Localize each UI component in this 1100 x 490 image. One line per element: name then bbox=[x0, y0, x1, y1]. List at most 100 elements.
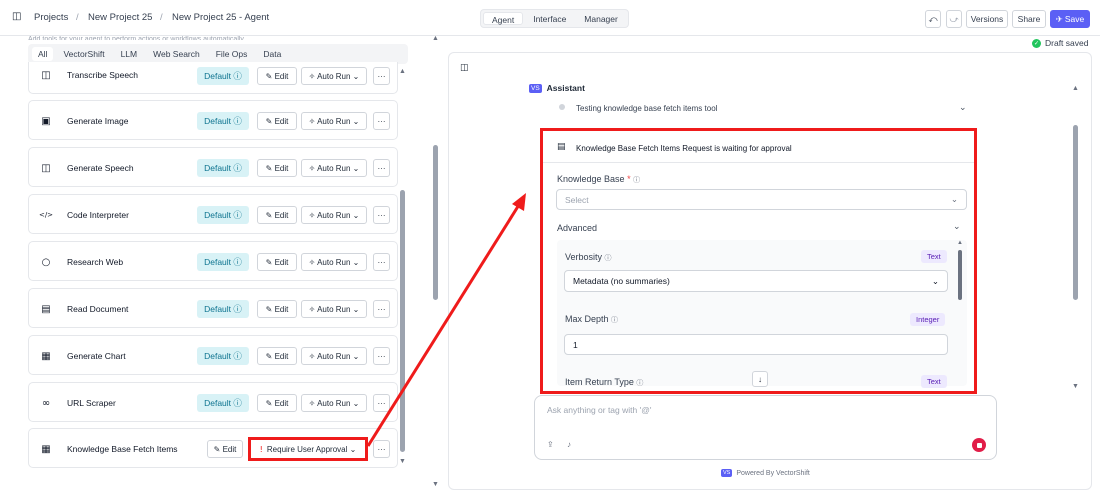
scroll-up-icon[interactable]: ▲ bbox=[399, 68, 406, 75]
left-panel-scrollbar[interactable] bbox=[433, 145, 438, 300]
tool-name: Transcribe Speech bbox=[67, 70, 139, 80]
default-badge[interactable]: Default ⓘ bbox=[197, 67, 249, 85]
scroll-down-icon[interactable]: ▼ bbox=[399, 458, 406, 465]
tool-row-transcribe-speech: ◫ Transcribe Speech Default ⓘ ✎ Edit ✧ A… bbox=[28, 62, 398, 94]
tab-interface[interactable]: Interface bbox=[525, 12, 574, 25]
versions-button[interactable]: Versions bbox=[966, 10, 1008, 28]
advanced-label: Advanced bbox=[557, 223, 598, 233]
chart-icon: ▦ bbox=[41, 350, 51, 362]
microphone-icon[interactable]: ♪ bbox=[567, 440, 571, 449]
auto-run-dropdown[interactable]: ✧ Auto Run ⌄ bbox=[301, 347, 367, 365]
tab-data[interactable]: Data bbox=[257, 47, 287, 61]
edit-button[interactable]: ✎ Edit bbox=[257, 159, 297, 177]
stop-icon bbox=[976, 442, 982, 448]
sidebar-toggle-icon[interactable]: ◫ bbox=[12, 11, 21, 22]
tab-vectorshift[interactable]: VectorShift bbox=[57, 47, 110, 61]
upload-icon[interactable]: ⇪ bbox=[547, 440, 554, 449]
max-depth-input[interactable]: 1 bbox=[564, 334, 948, 355]
scroll-down-icon[interactable]: ▼ bbox=[432, 481, 439, 488]
save-button[interactable]: ✈ Save bbox=[1050, 10, 1090, 28]
rocket-icon: ✈ bbox=[1055, 13, 1063, 24]
tools-list-scrollbar[interactable] bbox=[400, 190, 405, 452]
verbosity-select[interactable]: Metadata (no summaries) ⌄ bbox=[564, 270, 948, 292]
chevron-down-icon[interactable]: ⌄ bbox=[953, 221, 961, 232]
auto-run-dropdown[interactable]: ✧ Auto Run ⌄ bbox=[301, 394, 367, 412]
more-button[interactable]: ··· bbox=[373, 112, 390, 130]
required-marker: * bbox=[627, 174, 631, 184]
default-badge[interactable]: Default ⓘ bbox=[197, 159, 249, 177]
breadcrumb-project[interactable]: New Project 25 bbox=[88, 12, 152, 23]
auto-run-dropdown[interactable]: ✧ Auto Run ⌄ bbox=[301, 67, 367, 85]
share-button[interactable]: Share bbox=[1012, 10, 1046, 28]
more-button[interactable]: ··· bbox=[373, 347, 390, 365]
edit-button[interactable]: ✎ Edit bbox=[257, 67, 297, 85]
edit-button[interactable]: ✎ Edit bbox=[257, 206, 297, 224]
knowledge-base-select[interactable]: Select ⌄ bbox=[556, 189, 967, 210]
tools-hint: Add tools for your agent to perform acti… bbox=[28, 36, 246, 40]
more-button[interactable]: ··· bbox=[373, 394, 390, 412]
chat-input-box[interactable]: Ask anything or tag with '@' ⇪ ♪ bbox=[534, 395, 997, 460]
auto-run-dropdown[interactable]: ✧ Auto Run ⌄ bbox=[301, 159, 367, 177]
undo-button[interactable]: ⤺ bbox=[925, 10, 941, 28]
scroll-up-icon[interactable]: ▲ bbox=[432, 35, 439, 42]
tab-web-search[interactable]: Web Search bbox=[147, 47, 206, 61]
auto-run-dropdown[interactable]: ✧ Auto Run ⌄ bbox=[301, 206, 367, 224]
default-badge[interactable]: Default ⓘ bbox=[197, 347, 249, 365]
check-circle-icon: ✓ bbox=[1032, 38, 1041, 48]
edit-button[interactable]: ✎ Edit bbox=[257, 253, 297, 271]
edit-button[interactable]: ✎ Edit bbox=[257, 112, 297, 130]
tab-file-ops[interactable]: File Ops bbox=[210, 47, 254, 61]
edit-button[interactable]: ✎ Edit bbox=[257, 347, 297, 365]
panel-toggle-icon[interactable]: ◫ bbox=[460, 63, 469, 73]
scroll-up-icon[interactable]: ▲ bbox=[1072, 85, 1079, 92]
chat-scrollbar[interactable] bbox=[1073, 125, 1078, 300]
chat-input[interactable]: Ask anything or tag with '@' bbox=[547, 405, 651, 415]
info-icon: ⓘ bbox=[636, 380, 644, 387]
breadcrumb-projects[interactable]: Projects bbox=[34, 12, 68, 23]
max-depth-label-text: Max Depth bbox=[565, 314, 609, 324]
scroll-up-icon[interactable]: ▲ bbox=[957, 240, 963, 246]
auto-run-dropdown[interactable]: ✧ Auto Run ⌄ bbox=[301, 253, 367, 271]
top-bar: ◫ Projects / New Project 25 / New Projec… bbox=[0, 0, 1100, 36]
default-badge[interactable]: Default ⓘ bbox=[197, 112, 249, 130]
type-badge: Text bbox=[921, 375, 947, 388]
tab-llm[interactable]: LLM bbox=[115, 47, 144, 61]
default-badge[interactable]: Default ⓘ bbox=[197, 300, 249, 318]
verbosity-value: Metadata (no summaries) bbox=[573, 276, 670, 286]
tab-all[interactable]: All bbox=[32, 47, 54, 61]
step-dot-icon bbox=[559, 104, 565, 110]
advanced-scrollbar[interactable] bbox=[958, 250, 962, 300]
default-badge[interactable]: Default ⓘ bbox=[197, 253, 249, 271]
default-badge[interactable]: Default ⓘ bbox=[197, 394, 249, 412]
auto-run-dropdown[interactable]: ✧ Auto Run ⌄ bbox=[301, 300, 367, 318]
database-icon: ▦ bbox=[41, 443, 51, 455]
tab-agent[interactable]: Agent bbox=[483, 12, 524, 25]
breadcrumb-separator: / bbox=[160, 12, 163, 23]
item-return-type-label: Item Return Type ⓘ bbox=[565, 377, 643, 388]
auto-run-dropdown[interactable]: ✧ Auto Run ⌄ bbox=[301, 112, 367, 130]
more-button[interactable]: ··· bbox=[373, 206, 390, 224]
require-approval-dropdown[interactable]: ! Require User Approval ⌄ bbox=[248, 437, 368, 461]
tool-row-read-document: ▤ Read Document Default ⓘ ✎ Edit ✧ Auto … bbox=[28, 288, 398, 328]
arrow-down-icon[interactable]: ↓ bbox=[752, 371, 768, 387]
scroll-down-icon[interactable]: ▼ bbox=[1072, 383, 1079, 390]
max-depth-label: Max Depth ⓘ bbox=[565, 314, 618, 325]
edit-button[interactable]: ✎ Edit bbox=[257, 300, 297, 318]
more-button[interactable]: ··· bbox=[373, 67, 390, 85]
more-button[interactable]: ··· bbox=[373, 300, 390, 318]
more-button[interactable]: ··· bbox=[373, 253, 390, 271]
default-badge[interactable]: Default ⓘ bbox=[197, 206, 249, 224]
edit-button[interactable]: ✎ Edit bbox=[257, 394, 297, 412]
chevron-down-icon[interactable]: ⌄ bbox=[959, 102, 967, 113]
kb-select-placeholder: Select bbox=[565, 194, 589, 205]
more-button[interactable]: ··· bbox=[373, 440, 390, 458]
tool-name: Generate Image bbox=[67, 116, 129, 126]
stop-button[interactable] bbox=[972, 438, 986, 452]
save-label: Save bbox=[1064, 14, 1085, 24]
tab-manager[interactable]: Manager bbox=[576, 12, 626, 25]
view-switcher: Agent Interface Manager bbox=[480, 9, 629, 28]
more-button[interactable]: ··· bbox=[373, 159, 390, 177]
info-icon: ⓘ bbox=[633, 177, 641, 184]
edit-button[interactable]: ✎ Edit bbox=[207, 440, 243, 458]
redo-button[interactable]: ⤻ bbox=[946, 10, 962, 28]
